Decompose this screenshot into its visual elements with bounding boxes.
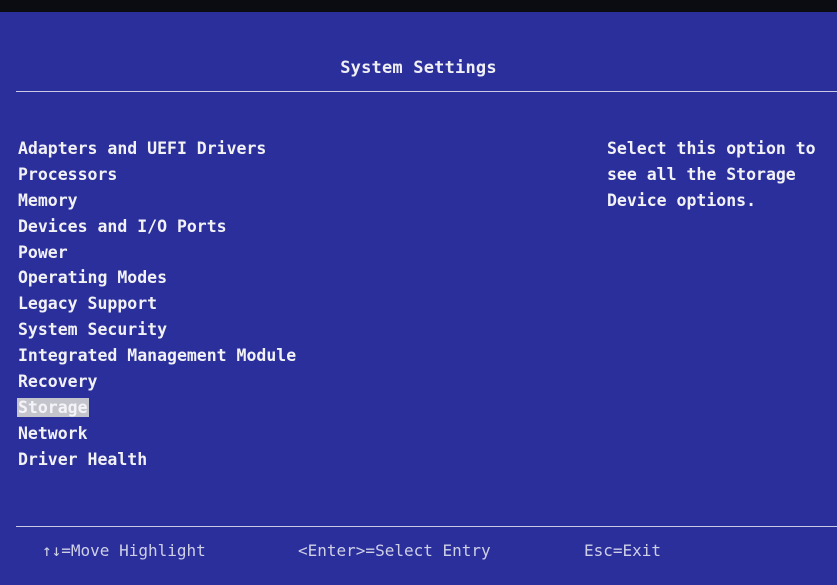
menu-item-storage[interactable]: Storage xyxy=(17,395,297,421)
header-divider xyxy=(16,91,837,92)
menu-item-processors[interactable]: Processors xyxy=(17,162,297,188)
menu-item-power[interactable]: Power xyxy=(17,240,297,266)
menu-item-driver-health[interactable]: Driver Health xyxy=(17,447,297,473)
menu-item-legacy-support[interactable]: Legacy Support xyxy=(17,291,297,317)
footer-exit-hint: Esc=Exit xyxy=(584,541,662,560)
help-panel: Select this option to see all the Storag… xyxy=(607,136,837,214)
footer-divider xyxy=(16,526,837,527)
menu-item-operating-modes[interactable]: Operating Modes xyxy=(17,265,297,291)
menu-item-system-security[interactable]: System Security xyxy=(17,317,297,343)
page-title: System Settings xyxy=(340,58,497,78)
help-text-line: see all the Storage xyxy=(607,164,796,184)
menu-item-recovery[interactable]: Recovery xyxy=(17,369,297,395)
menu-item-network[interactable]: Network xyxy=(17,421,297,447)
help-text-line: Device options. xyxy=(607,190,757,210)
footer-move-hint: ↑↓=Move Highlight xyxy=(42,541,206,560)
screen-top-bezel xyxy=(0,0,837,12)
menu-item-memory[interactable]: Memory xyxy=(17,188,297,214)
settings-menu: Adapters and UEFI Drivers Processors Mem… xyxy=(17,136,297,473)
menu-item-devices-io-ports[interactable]: Devices and I/O Ports xyxy=(17,214,297,240)
help-text-line: Select this option to xyxy=(607,139,816,158)
menu-item-integrated-management-module[interactable]: Integrated Management Module xyxy=(17,343,297,369)
footer-enter-hint: <Enter>=Select Entry xyxy=(298,541,491,560)
menu-item-adapters-uefi-drivers[interactable]: Adapters and UEFI Drivers xyxy=(17,136,297,162)
